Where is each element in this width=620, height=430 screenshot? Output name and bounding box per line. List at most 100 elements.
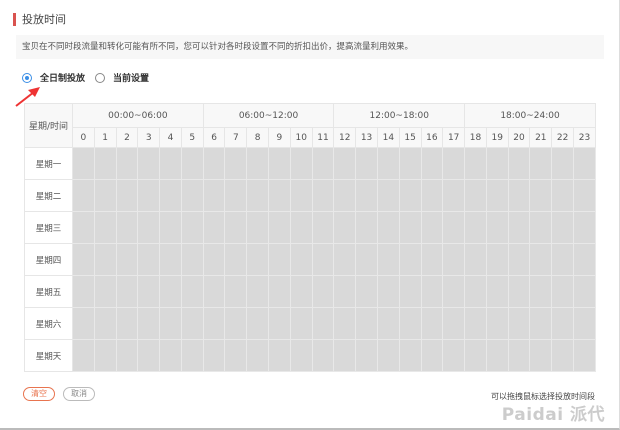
time-slot-cell[interactable] (289, 339, 313, 372)
time-slot-cell[interactable] (333, 211, 357, 244)
time-slot-cell[interactable] (268, 147, 291, 180)
time-slot-cell[interactable] (442, 179, 466, 212)
time-slot-cell[interactable] (72, 179, 95, 212)
radio-current-settings[interactable] (95, 72, 106, 83)
time-slot-cell[interactable] (333, 307, 357, 340)
time-slot-cell[interactable] (485, 339, 509, 372)
time-slot-cell[interactable] (485, 179, 509, 212)
time-slot-cell[interactable] (93, 211, 117, 244)
time-slot-cell[interactable] (268, 211, 291, 244)
time-slot-cell[interactable] (224, 211, 248, 244)
time-slot-cell[interactable] (551, 179, 574, 212)
time-slot-cell[interactable] (93, 339, 117, 372)
time-slot-cell[interactable] (398, 147, 422, 180)
time-slot-cell[interactable] (268, 275, 291, 308)
cancel-button[interactable]: 取消 (63, 387, 95, 401)
time-slot-cell[interactable] (137, 147, 161, 180)
time-slot-cell[interactable] (224, 339, 248, 372)
time-slot-cell[interactable] (572, 307, 597, 340)
time-slot-cell[interactable] (376, 147, 400, 180)
time-slot-cell[interactable] (355, 211, 378, 244)
time-slot-cell[interactable] (311, 147, 335, 180)
time-slot-cell[interactable] (333, 339, 357, 372)
time-slot-cell[interactable] (529, 307, 553, 340)
time-slot-cell[interactable] (376, 211, 400, 244)
time-slot-cell[interactable] (420, 179, 444, 212)
time-slot-cell[interactable] (202, 307, 226, 340)
time-slot-cell[interactable] (485, 275, 509, 308)
time-slot-cell[interactable] (72, 275, 95, 308)
time-slot-cell[interactable] (268, 307, 291, 340)
time-slot-cell[interactable] (268, 339, 291, 372)
time-slot-cell[interactable] (224, 147, 248, 180)
time-slot-cell[interactable] (333, 243, 357, 276)
time-slot-cell[interactable] (398, 179, 422, 212)
time-slot-cell[interactable] (507, 179, 531, 212)
time-slot-cell[interactable] (398, 211, 422, 244)
time-slot-cell[interactable] (202, 147, 226, 180)
time-slot-cell[interactable] (137, 275, 161, 308)
time-slot-cell[interactable] (289, 211, 313, 244)
time-slot-cell[interactable] (551, 243, 574, 276)
time-slot-cell[interactable] (507, 339, 531, 372)
time-slot-cell[interactable] (507, 275, 531, 308)
radio-current-settings-label[interactable]: 当前设置 (113, 71, 149, 84)
time-slot-cell[interactable] (180, 243, 204, 276)
time-slot-cell[interactable] (246, 147, 270, 180)
time-slot-cell[interactable] (115, 243, 139, 276)
time-slot-cell[interactable] (246, 339, 270, 372)
time-slot-cell[interactable] (72, 211, 95, 244)
time-slot-cell[interactable] (159, 243, 182, 276)
time-slot-cell[interactable] (202, 179, 226, 212)
time-slot-cell[interactable] (464, 147, 487, 180)
time-slot-cell[interactable] (355, 339, 378, 372)
time-slot-cell[interactable] (376, 243, 400, 276)
time-slot-cell[interactable] (137, 307, 161, 340)
time-slot-cell[interactable] (507, 307, 531, 340)
time-slot-cell[interactable] (420, 275, 444, 308)
time-slot-cell[interactable] (355, 147, 378, 180)
time-slot-cell[interactable] (202, 211, 226, 244)
time-slot-cell[interactable] (355, 275, 378, 308)
time-slot-cell[interactable] (246, 179, 270, 212)
time-slot-cell[interactable] (442, 275, 466, 308)
time-slot-cell[interactable] (464, 179, 487, 212)
time-slot-cell[interactable] (442, 211, 466, 244)
time-slot-cell[interactable] (442, 147, 466, 180)
time-slot-cell[interactable] (507, 243, 531, 276)
time-slot-cell[interactable] (485, 307, 509, 340)
time-slot-cell[interactable] (246, 211, 270, 244)
time-slot-cell[interactable] (289, 243, 313, 276)
time-slot-cell[interactable] (311, 243, 335, 276)
time-slot-cell[interactable] (398, 307, 422, 340)
time-slot-cell[interactable] (72, 307, 95, 340)
time-slot-cell[interactable] (289, 275, 313, 308)
time-slot-cell[interactable] (442, 307, 466, 340)
time-slot-cell[interactable] (333, 179, 357, 212)
time-slot-cell[interactable] (115, 307, 139, 340)
time-slot-cell[interactable] (551, 307, 574, 340)
time-slot-cell[interactable] (268, 179, 291, 212)
clear-button[interactable]: 清空 (23, 387, 55, 401)
time-slot-cell[interactable] (572, 211, 597, 244)
radio-full-day-label[interactable]: 全日制投放 (40, 71, 85, 84)
time-slot-cell[interactable] (72, 147, 95, 180)
time-slot-cell[interactable] (224, 307, 248, 340)
time-slot-cell[interactable] (420, 339, 444, 372)
time-slot-cell[interactable] (485, 211, 509, 244)
time-slot-cell[interactable] (333, 275, 357, 308)
time-slot-cell[interactable] (355, 243, 378, 276)
time-slot-cell[interactable] (464, 275, 487, 308)
time-slot-cell[interactable] (507, 211, 531, 244)
time-slot-cell[interactable] (93, 275, 117, 308)
time-slot-cell[interactable] (398, 243, 422, 276)
time-slot-cell[interactable] (246, 275, 270, 308)
time-slot-cell[interactable] (551, 147, 574, 180)
time-slot-cell[interactable] (529, 243, 553, 276)
time-slot-cell[interactable] (137, 243, 161, 276)
time-slot-cell[interactable] (115, 339, 139, 372)
time-slot-cell[interactable] (224, 275, 248, 308)
time-slot-cell[interactable] (180, 179, 204, 212)
time-slot-cell[interactable] (93, 307, 117, 340)
time-slot-cell[interactable] (93, 179, 117, 212)
